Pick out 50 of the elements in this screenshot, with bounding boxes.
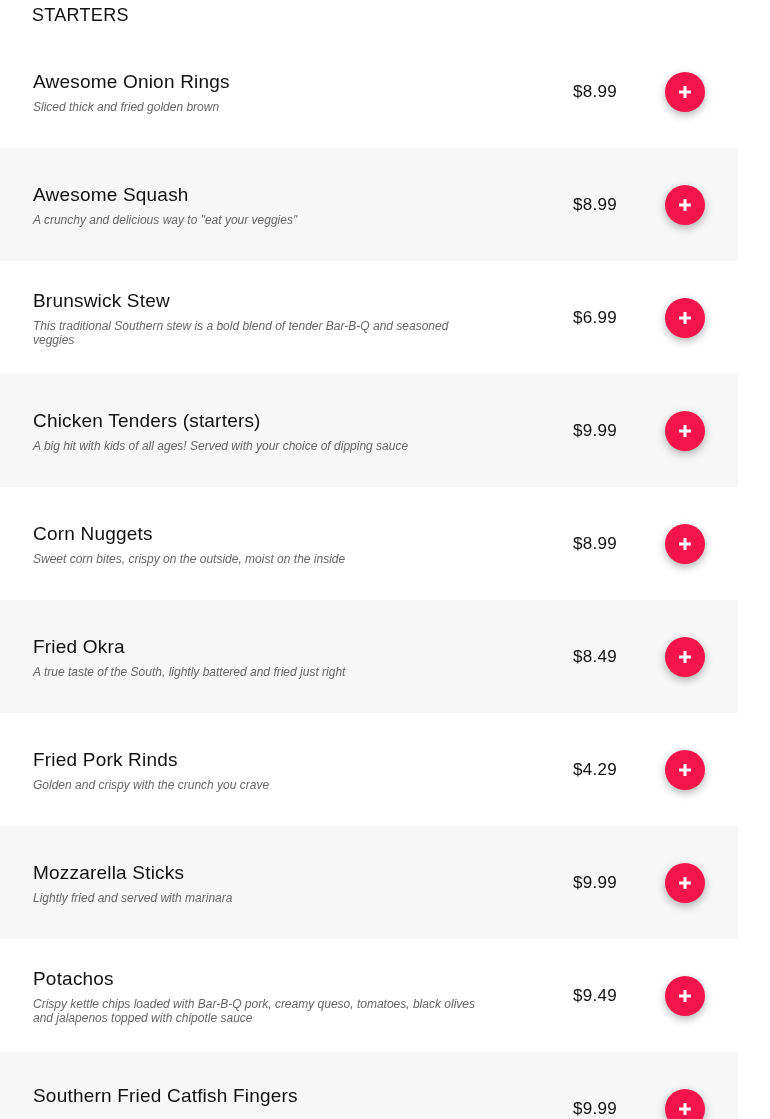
item-name: Fried Okra	[33, 634, 126, 659]
plus-icon	[678, 762, 692, 777]
item-description: A big hit with kids of all ages! Served with your choice of dipping sauce	[33, 438, 410, 453]
add-button[interactable]	[665, 636, 705, 677]
item-name: Fried Pork Rinds	[33, 747, 179, 772]
item-description: This traditional Southern stew is a bold blend of tender Bar-B-Q and seasoned veggies	[33, 318, 450, 347]
item-price: $9.99	[572, 872, 617, 893]
plus-icon	[678, 649, 692, 664]
plus-icon	[678, 988, 692, 1003]
item-price: $4.29	[572, 759, 617, 780]
add-button[interactable]	[665, 410, 705, 451]
item-description: Sweet corn bites, crispy on the outside, moist on the inside	[33, 551, 347, 566]
section-heading: STARTERS	[31, 4, 130, 27]
item-price: $8.99	[572, 194, 617, 215]
item-description: A true taste of the South, lightly battered and fried just right	[33, 664, 347, 679]
plus-icon	[678, 875, 692, 890]
item-price: $8.99	[572, 81, 617, 102]
item-name: Corn Nuggets	[33, 521, 154, 546]
item-name: Awesome Onion Rings	[33, 69, 231, 94]
item-price: $8.49	[572, 646, 617, 667]
plus-icon	[678, 1101, 692, 1116]
item-description: Sliced thick and fried golden brown	[33, 99, 221, 114]
item-description: Lightly fried and served with marinara	[33, 890, 234, 905]
plus-icon	[678, 423, 692, 438]
item-name: Chicken Tenders (starters)	[33, 408, 262, 433]
item-name: Awesome Squash	[33, 182, 190, 207]
plus-icon	[678, 197, 692, 212]
add-button[interactable]	[665, 749, 705, 790]
item-description: Golden and crispy with the crunch you crave	[33, 777, 271, 792]
item-description: Crispy kettle chips loaded with Bar-B-Q pork, creamy queso, tomatoes, black olives and jalapenos topped with chipotle sauce	[33, 996, 476, 1025]
add-button[interactable]	[665, 862, 705, 903]
add-button[interactable]	[665, 975, 705, 1016]
item-price: $9.99	[572, 420, 617, 441]
add-button[interactable]	[665, 71, 705, 112]
item-name: Potachos	[33, 966, 115, 991]
add-button[interactable]	[665, 523, 705, 564]
add-button[interactable]	[665, 184, 705, 225]
item-name: Brunswick Stew	[33, 288, 171, 313]
plus-icon	[678, 310, 692, 325]
item-name: Southern Fried Catfish Fingers	[33, 1083, 299, 1108]
item-price: $9.49	[572, 985, 617, 1006]
item-price: $9.99	[572, 1098, 617, 1119]
add-button[interactable]	[665, 297, 705, 338]
add-button[interactable]	[665, 1088, 705, 1119]
item-price: $8.99	[572, 533, 617, 554]
plus-icon	[678, 536, 692, 551]
plus-icon	[678, 84, 692, 99]
item-description: A crunchy and delicious way to "eat your veggies"	[33, 212, 299, 227]
item-price: $6.99	[572, 307, 617, 328]
item-name: Mozzarella Sticks	[33, 860, 186, 885]
